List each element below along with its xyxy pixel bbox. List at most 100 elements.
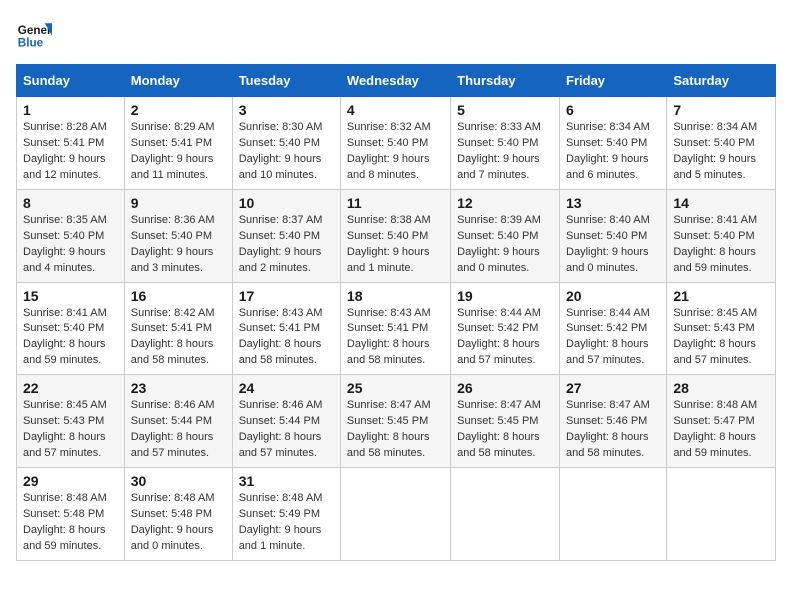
column-header-sunday: Sunday: [17, 65, 125, 97]
day-info: Sunrise: 8:48 AMSunset: 5:49 PMDaylight:…: [239, 491, 334, 555]
day-number: 13: [566, 195, 660, 211]
day-info: Sunrise: 8:45 AMSunset: 5:43 PMDaylight:…: [23, 398, 118, 462]
calendar-cell: 29 Sunrise: 8:48 AMSunset: 5:48 PMDayligh…: [17, 468, 125, 561]
day-info: Sunrise: 8:34 AMSunset: 5:40 PMDaylight:…: [566, 120, 660, 184]
calendar-cell: [340, 468, 450, 561]
calendar-cell: 28 Sunrise: 8:48 AMSunset: 5:47 PMDayligh…: [667, 375, 776, 468]
day-info: Sunrise: 8:34 AMSunset: 5:40 PMDaylight:…: [673, 120, 769, 184]
day-number: 27: [566, 380, 660, 396]
calendar-cell: [667, 468, 776, 561]
day-number: 18: [347, 288, 444, 304]
day-number: 12: [457, 195, 553, 211]
day-number: 9: [131, 195, 226, 211]
day-number: 10: [239, 195, 334, 211]
day-info: Sunrise: 8:40 AMSunset: 5:40 PMDaylight:…: [566, 213, 660, 277]
header-row: SundayMondayTuesdayWednesdayThursdayFrid…: [17, 65, 776, 97]
day-number: 30: [131, 473, 226, 489]
column-header-thursday: Thursday: [451, 65, 560, 97]
day-info: Sunrise: 8:45 AMSunset: 5:43 PMDaylight:…: [673, 306, 769, 370]
day-number: 28: [673, 380, 769, 396]
day-info: Sunrise: 8:28 AMSunset: 5:41 PMDaylight:…: [23, 120, 118, 184]
day-number: 25: [347, 380, 444, 396]
calendar-cell: 17 Sunrise: 8:43 AMSunset: 5:41 PMDayligh…: [232, 282, 340, 375]
calendar-cell: [560, 468, 667, 561]
calendar-cell: 3 Sunrise: 8:30 AMSunset: 5:40 PMDaylight…: [232, 97, 340, 190]
calendar-cell: [451, 468, 560, 561]
calendar-cell: 4 Sunrise: 8:32 AMSunset: 5:40 PMDaylight…: [340, 97, 450, 190]
calendar-cell: 26Sunrise: 8:47 AMSunset: 5:45 PMDayligh…: [451, 375, 560, 468]
calendar-cell: 22 Sunrise: 8:45 AMSunset: 5:43 PMDayligh…: [17, 375, 125, 468]
day-number: 14: [673, 195, 769, 211]
day-info: Sunrise: 8:32 AMSunset: 5:40 PMDaylight:…: [347, 120, 444, 184]
calendar-cell: 12Sunrise: 8:39 AMSunset: 5:40 PMDayligh…: [451, 189, 560, 282]
day-number: 5: [457, 102, 553, 118]
calendar-week-1: 1 Sunrise: 8:28 AMSunset: 5:41 PMDaylight…: [17, 97, 776, 190]
calendar-cell: 27Sunrise: 8:47 AMSunset: 5:46 PMDayligh…: [560, 375, 667, 468]
calendar-cell: 21 Sunrise: 8:45 AMSunset: 5:43 PMDayligh…: [667, 282, 776, 375]
calendar-cell: 1 Sunrise: 8:28 AMSunset: 5:41 PMDaylight…: [17, 97, 125, 190]
day-number: 29: [23, 473, 118, 489]
day-info: Sunrise: 8:29 AMSunset: 5:41 PMDaylight:…: [131, 120, 226, 184]
calendar-cell: 15Sunrise: 8:41 AMSunset: 5:40 PMDayligh…: [17, 282, 125, 375]
calendar-cell: 10 Sunrise: 8:37 AMSunset: 5:40 PMDayligh…: [232, 189, 340, 282]
day-number: 19: [457, 288, 553, 304]
day-info: Sunrise: 8:46 AMSunset: 5:44 PMDaylight:…: [131, 398, 226, 462]
day-info: Sunrise: 8:44 AMSunset: 5:42 PMDaylight:…: [566, 306, 660, 370]
calendar-cell: 19 Sunrise: 8:44 AMSunset: 5:42 PMDayligh…: [451, 282, 560, 375]
calendar-week-4: 22 Sunrise: 8:45 AMSunset: 5:43 PMDayligh…: [17, 375, 776, 468]
column-header-monday: Monday: [124, 65, 232, 97]
calendar-cell: 30 Sunrise: 8:48 AMSunset: 5:48 PMDayligh…: [124, 468, 232, 561]
day-info: Sunrise: 8:35 AMSunset: 5:40 PMDaylight:…: [23, 213, 118, 277]
day-number: 16: [131, 288, 226, 304]
day-number: 23: [131, 380, 226, 396]
day-number: 24: [239, 380, 334, 396]
calendar-cell: 2 Sunrise: 8:29 AMSunset: 5:41 PMDaylight…: [124, 97, 232, 190]
calendar-cell: 6 Sunrise: 8:34 AMSunset: 5:40 PMDaylight…: [560, 97, 667, 190]
day-number: 8: [23, 195, 118, 211]
day-info: Sunrise: 8:43 AMSunset: 5:41 PMDaylight:…: [347, 306, 444, 370]
logo: General Blue: [16, 16, 52, 52]
day-info: Sunrise: 8:46 AMSunset: 5:44 PMDaylight:…: [239, 398, 334, 462]
day-number: 2: [131, 102, 226, 118]
calendar-cell: 23 Sunrise: 8:46 AMSunset: 5:44 PMDayligh…: [124, 375, 232, 468]
day-info: Sunrise: 8:48 AMSunset: 5:47 PMDaylight:…: [673, 398, 769, 462]
day-number: 3: [239, 102, 334, 118]
day-number: 4: [347, 102, 444, 118]
day-number: 21: [673, 288, 769, 304]
day-number: 17: [239, 288, 334, 304]
column-header-friday: Friday: [560, 65, 667, 97]
day-number: 1: [23, 102, 118, 118]
day-info: Sunrise: 8:38 AMSunset: 5:40 PMDaylight:…: [347, 213, 444, 277]
calendar-cell: 7Sunrise: 8:34 AMSunset: 5:40 PMDaylight…: [667, 97, 776, 190]
day-info: Sunrise: 8:43 AMSunset: 5:41 PMDaylight:…: [239, 306, 334, 370]
day-info: Sunrise: 8:44 AMSunset: 5:42 PMDaylight:…: [457, 306, 553, 370]
calendar-week-5: 29 Sunrise: 8:48 AMSunset: 5:48 PMDayligh…: [17, 468, 776, 561]
calendar-table: SundayMondayTuesdayWednesdayThursdayFrid…: [16, 64, 776, 561]
day-number: 6: [566, 102, 660, 118]
calendar-cell: 9Sunrise: 8:36 AMSunset: 5:40 PMDaylight…: [124, 189, 232, 282]
day-number: 31: [239, 473, 334, 489]
page-header: General Blue: [16, 16, 776, 52]
day-info: Sunrise: 8:41 AMSunset: 5:40 PMDaylight:…: [23, 306, 118, 370]
day-number: 26: [457, 380, 553, 396]
day-number: 22: [23, 380, 118, 396]
day-info: Sunrise: 8:47 AMSunset: 5:45 PMDaylight:…: [347, 398, 444, 462]
calendar-week-2: 8 Sunrise: 8:35 AMSunset: 5:40 PMDaylight…: [17, 189, 776, 282]
calendar-cell: 24 Sunrise: 8:46 AMSunset: 5:44 PMDayligh…: [232, 375, 340, 468]
day-number: 20: [566, 288, 660, 304]
calendar-cell: 20 Sunrise: 8:44 AMSunset: 5:42 PMDayligh…: [560, 282, 667, 375]
calendar-cell: 14Sunrise: 8:41 AMSunset: 5:40 PMDayligh…: [667, 189, 776, 282]
day-number: 11: [347, 195, 444, 211]
calendar-cell: 5Sunrise: 8:33 AMSunset: 5:40 PMDaylight…: [451, 97, 560, 190]
calendar-cell: 16 Sunrise: 8:42 AMSunset: 5:41 PMDayligh…: [124, 282, 232, 375]
day-info: Sunrise: 8:30 AMSunset: 5:40 PMDaylight:…: [239, 120, 334, 184]
calendar-week-3: 15Sunrise: 8:41 AMSunset: 5:40 PMDayligh…: [17, 282, 776, 375]
day-info: Sunrise: 8:48 AMSunset: 5:48 PMDaylight:…: [23, 491, 118, 555]
column-header-saturday: Saturday: [667, 65, 776, 97]
calendar-cell: 8 Sunrise: 8:35 AMSunset: 5:40 PMDaylight…: [17, 189, 125, 282]
svg-text:Blue: Blue: [18, 37, 44, 50]
calendar-cell: 13 Sunrise: 8:40 AMSunset: 5:40 PMDayligh…: [560, 189, 667, 282]
day-info: Sunrise: 8:42 AMSunset: 5:41 PMDaylight:…: [131, 306, 226, 370]
day-info: Sunrise: 8:48 AMSunset: 5:48 PMDaylight:…: [131, 491, 226, 555]
day-info: Sunrise: 8:37 AMSunset: 5:40 PMDaylight:…: [239, 213, 334, 277]
